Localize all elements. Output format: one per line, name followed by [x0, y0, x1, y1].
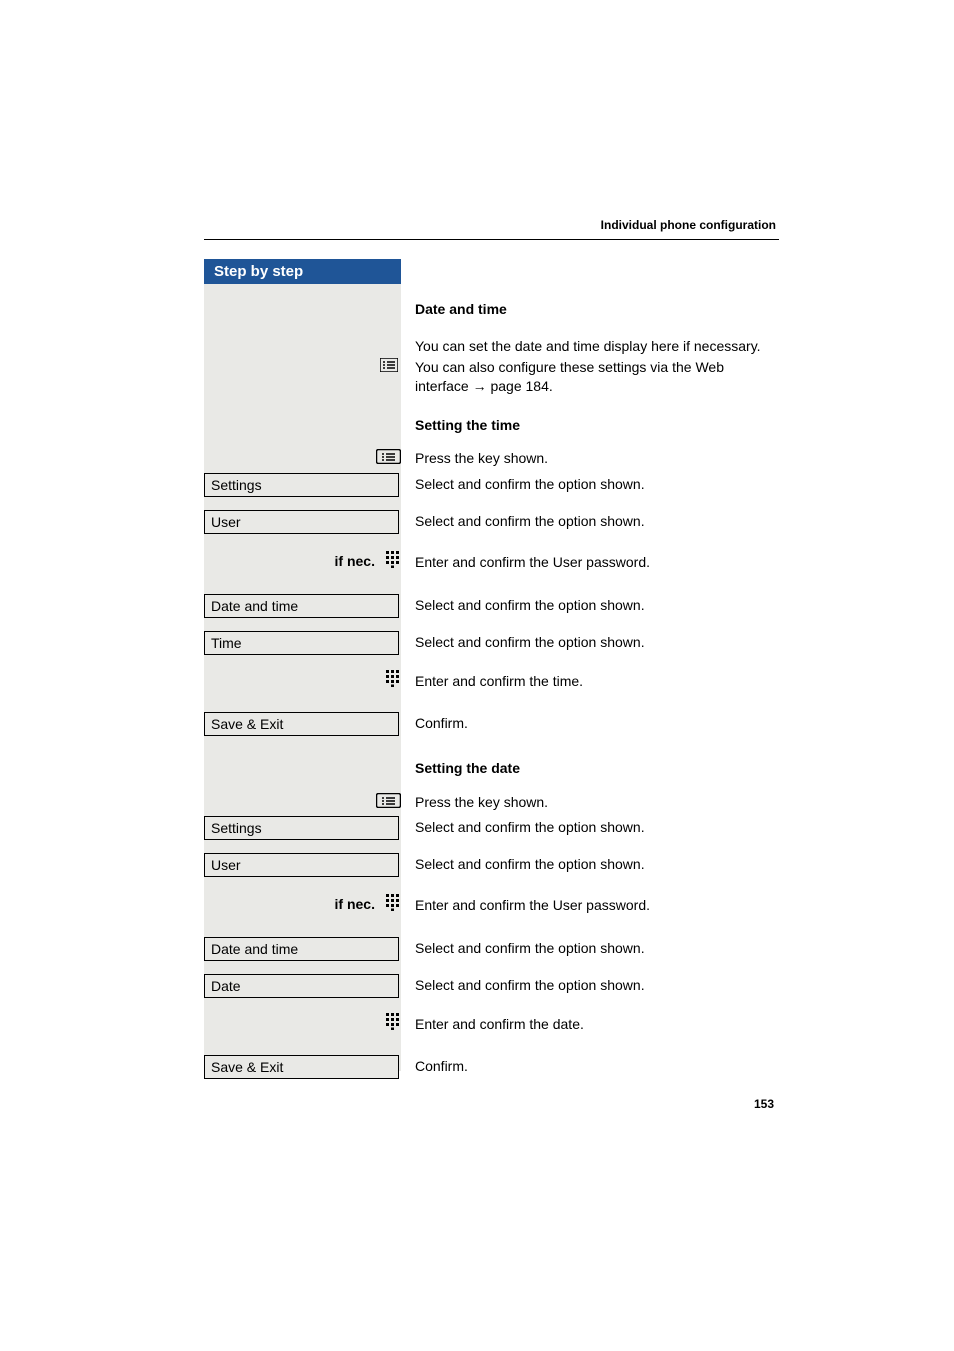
menu-item-user-date: User	[204, 853, 399, 877]
desc-user-date: Select and confirm the option shown.	[415, 855, 774, 874]
desc-save-exit-date: Confirm.	[415, 1057, 774, 1076]
menu-item-save-exit-date: Save & Exit	[204, 1055, 399, 1079]
desc-datetime-date: Select and confirm the option shown.	[415, 939, 774, 958]
menu-item-date: Date	[204, 974, 399, 998]
intro-text-2: You can also configure these settings vi…	[415, 358, 774, 396]
desc-press-key-date: Press the key shown.	[415, 793, 774, 812]
desc-password-time: Enter and confirm the User password.	[415, 553, 774, 572]
intro-text-1: You can set the date and time display he…	[415, 337, 774, 356]
keypad-icon	[386, 551, 401, 568]
desc-datetime-time: Select and confirm the option shown.	[415, 596, 774, 615]
menu-item-datetime-date: Date and time	[204, 937, 399, 961]
page-number: 153	[754, 1097, 774, 1111]
desc-press-key-time: Press the key shown.	[415, 449, 774, 468]
running-header: Individual phone configuration	[601, 218, 776, 232]
heading-date-and-time: Date and time	[415, 300, 774, 319]
page-container: Individual phone configuration Step by s…	[0, 0, 954, 1351]
heading-setting-time: Setting the time	[415, 416, 774, 435]
menu-key-icon	[376, 793, 401, 808]
desc-date: Select and confirm the option shown.	[415, 976, 774, 995]
keypad-icon	[386, 1013, 401, 1030]
if-nec-label-time: if nec.	[335, 553, 375, 569]
keypad-icon	[386, 670, 401, 687]
menu-key-icon	[376, 449, 401, 464]
menu-item-settings-time: Settings	[204, 473, 399, 497]
intro-text-2a: You can also configure these settings vi…	[415, 359, 724, 394]
menu-item-save-exit-time: Save & Exit	[204, 712, 399, 736]
desc-enter-time: Enter and confirm the time.	[415, 672, 774, 691]
desc-settings-time: Select and confirm the option shown.	[415, 475, 774, 494]
header-rule	[204, 239, 779, 240]
menu-item-settings-date: Settings	[204, 816, 399, 840]
menu-item-datetime-time: Date and time	[204, 594, 399, 618]
web-config-icon	[380, 358, 401, 372]
desc-password-date: Enter and confirm the User password.	[415, 896, 774, 915]
menu-item-user-time: User	[204, 510, 399, 534]
if-nec-label-date: if nec.	[335, 896, 375, 912]
heading-setting-date: Setting the date	[415, 759, 774, 778]
desc-save-exit-time: Confirm.	[415, 714, 774, 733]
desc-enter-date: Enter and confirm the date.	[415, 1015, 774, 1034]
menu-item-time: Time	[204, 631, 399, 655]
desc-time: Select and confirm the option shown.	[415, 633, 774, 652]
keypad-icon	[386, 894, 401, 911]
sidebar-header: Step by step	[204, 259, 401, 284]
desc-user-time: Select and confirm the option shown.	[415, 512, 774, 531]
arrow-icon: →	[473, 378, 487, 394]
desc-settings-date: Select and confirm the option shown.	[415, 818, 774, 837]
intro-text-2b: page 184.	[487, 378, 553, 394]
